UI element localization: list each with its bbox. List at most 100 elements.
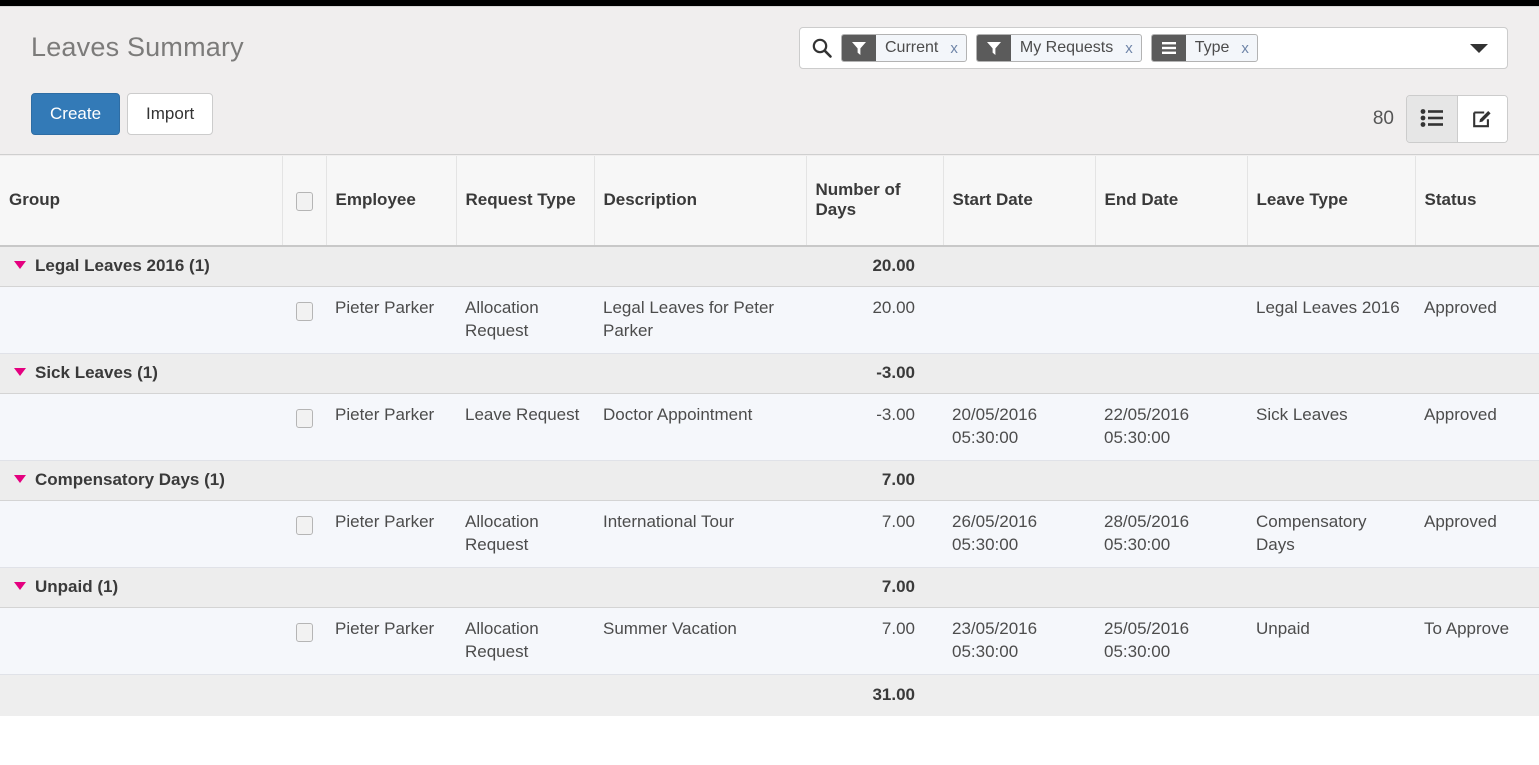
group-empty-cell [1415, 245, 1539, 287]
group-row[interactable]: Sick Leaves (1) -3.00 [0, 352, 1539, 394]
cell-number-of-days: -3.00 [806, 393, 943, 461]
select-all-checkbox[interactable] [295, 191, 313, 211]
facet-label: Current [885, 39, 939, 56]
group-empty-cell [1095, 566, 1247, 608]
facet-remove-icon[interactable]: x [945, 35, 966, 61]
cell-start-date: 23/05/2016 05:30:00 [943, 607, 1095, 675]
facet-remove-icon[interactable]: x [1236, 35, 1256, 61]
column-header-end-date[interactable]: End Date [1095, 156, 1248, 247]
cell-employee: Pieter Parker [326, 607, 456, 675]
row-checkbox[interactable] [296, 515, 313, 535]
group-empty-cell [943, 566, 1095, 608]
search-dropdown-toggle[interactable] [1460, 43, 1501, 53]
group-empty-cell [326, 352, 456, 394]
cell-number-of-days: 20.00 [806, 286, 943, 354]
collapse-triangle-icon[interactable] [14, 581, 26, 590]
cell-end-date: 25/05/2016 05:30:00 [1095, 607, 1247, 675]
facet-remove-icon[interactable]: x [1120, 35, 1141, 61]
group-empty-cell [594, 459, 806, 501]
cell-description: Legal Leaves for Peter Parker [594, 286, 806, 354]
row-checkbox[interactable] [296, 408, 313, 428]
group-empty-cell [943, 245, 1095, 287]
group-header-cell[interactable]: Unpaid (1) [0, 566, 282, 608]
group-header-cell[interactable]: Compensatory Days (1) [0, 459, 282, 501]
group-empty-cell [1247, 352, 1415, 394]
group-empty-cell [456, 566, 594, 608]
column-header-group[interactable]: Group [0, 156, 283, 247]
cell-start-date: 20/05/2016 05:30:00 [943, 393, 1095, 461]
group-row[interactable]: Compensatory Days (1) 7.00 [0, 459, 1539, 501]
row-select-cell [282, 286, 326, 354]
odoo-list-view-page: Leaves Summary Create Import Current x M… [0, 6, 1539, 765]
facet-current[interactable]: Current x [841, 34, 967, 62]
group-empty-cell [594, 566, 806, 608]
collapse-triangle-icon[interactable] [14, 474, 26, 483]
table-row[interactable]: Pieter Parker Allocation Request Summer … [0, 607, 1539, 675]
column-header-request-type[interactable]: Request Type [456, 156, 595, 247]
group-label: Unpaid (1) [35, 576, 119, 596]
column-header-employee[interactable]: Employee [326, 156, 457, 247]
group-empty-cell [282, 459, 326, 501]
column-header-description[interactable]: Description [594, 156, 807, 247]
cell-leave-type: Sick Leaves [1247, 393, 1415, 461]
list-table-container: Group Employee Request Type Description … [0, 156, 1539, 765]
group-total-days: -3.00 [806, 352, 943, 394]
cell-start-date: 26/05/2016 05:30:00 [943, 500, 1095, 568]
page-title: Leaves Summary [31, 32, 244, 62]
cell-request-type: Allocation Request [456, 286, 594, 354]
group-empty-cell [594, 352, 806, 394]
row-checkbox[interactable] [296, 302, 313, 322]
cell-number-of-days: 7.00 [806, 607, 943, 675]
list-view-icon [1420, 108, 1444, 131]
column-header-start-date[interactable]: Start Date [943, 156, 1096, 247]
group-empty-cell [1415, 459, 1539, 501]
column-header-status[interactable]: Status [1415, 156, 1539, 247]
cell-employee: Pieter Parker [326, 393, 456, 461]
search-icon [809, 35, 835, 61]
form-view-icon [1471, 106, 1495, 133]
view-controls: 80 [1373, 95, 1508, 143]
group-row[interactable]: Unpaid (1) 7.00 [0, 566, 1539, 608]
group-header-cell[interactable]: Legal Leaves 2016 (1) [0, 245, 282, 287]
table-row[interactable]: Pieter Parker Allocation Request Interna… [0, 500, 1539, 568]
group-row[interactable]: Legal Leaves 2016 (1) 20.00 [0, 245, 1539, 287]
column-header-number-of-days[interactable]: Number of Days [806, 156, 944, 247]
table-row[interactable]: Pieter Parker Allocation Request Legal L… [0, 286, 1539, 354]
cell-leave-type: Legal Leaves 2016 [1247, 286, 1415, 354]
cell-status: Approved [1415, 286, 1539, 354]
table-footer-row: 31.00 [0, 673, 1539, 717]
group-total-days: 7.00 [806, 459, 943, 501]
group-by-icon [1151, 35, 1186, 61]
column-header-leave-type[interactable]: Leave Type [1247, 156, 1416, 247]
import-button[interactable]: Import [127, 93, 214, 135]
row-checkbox[interactable] [296, 622, 313, 642]
list-view-button[interactable] [1407, 96, 1457, 142]
create-button[interactable]: Create [31, 93, 121, 135]
group-empty-cell [1247, 459, 1415, 501]
table-row[interactable]: Pieter Parker Leave Request Doctor Appoi… [0, 393, 1539, 461]
group-header-cell[interactable]: Sick Leaves (1) [0, 352, 282, 394]
search-bar[interactable]: Current x My Requests x Type x [799, 27, 1508, 69]
cell-leave-type: Unpaid [1247, 607, 1415, 675]
cell-status: To Approve [1415, 607, 1539, 675]
form-view-button[interactable] [1457, 96, 1507, 142]
leaves-list-table: Group Employee Request Type Description … [0, 156, 1539, 717]
footer-empty-cell [0, 673, 282, 717]
group-empty-cell [326, 566, 456, 608]
facet-type[interactable]: Type x [1150, 34, 1258, 62]
group-total-days: 7.00 [806, 566, 943, 608]
facet-my-requests[interactable]: My Requests x [975, 34, 1142, 62]
table-header-row: Group Employee Request Type Description … [0, 156, 1539, 247]
action-buttons: Create Import [31, 93, 214, 135]
collapse-triangle-icon[interactable] [14, 367, 26, 376]
group-total-days: 20.00 [806, 245, 943, 287]
collapse-triangle-icon[interactable] [14, 261, 26, 269]
footer-empty-cell [456, 673, 594, 717]
table-body: Legal Leaves 2016 (1) 20.00 Pieter Parke… [0, 245, 1539, 717]
group-empty-cell [282, 352, 326, 394]
view-switcher [1406, 95, 1508, 143]
cell-description: Summer Vacation [594, 607, 806, 675]
group-empty-cell [1247, 245, 1415, 287]
filter-icon [976, 35, 1011, 61]
cell-request-type: Leave Request [456, 393, 594, 461]
